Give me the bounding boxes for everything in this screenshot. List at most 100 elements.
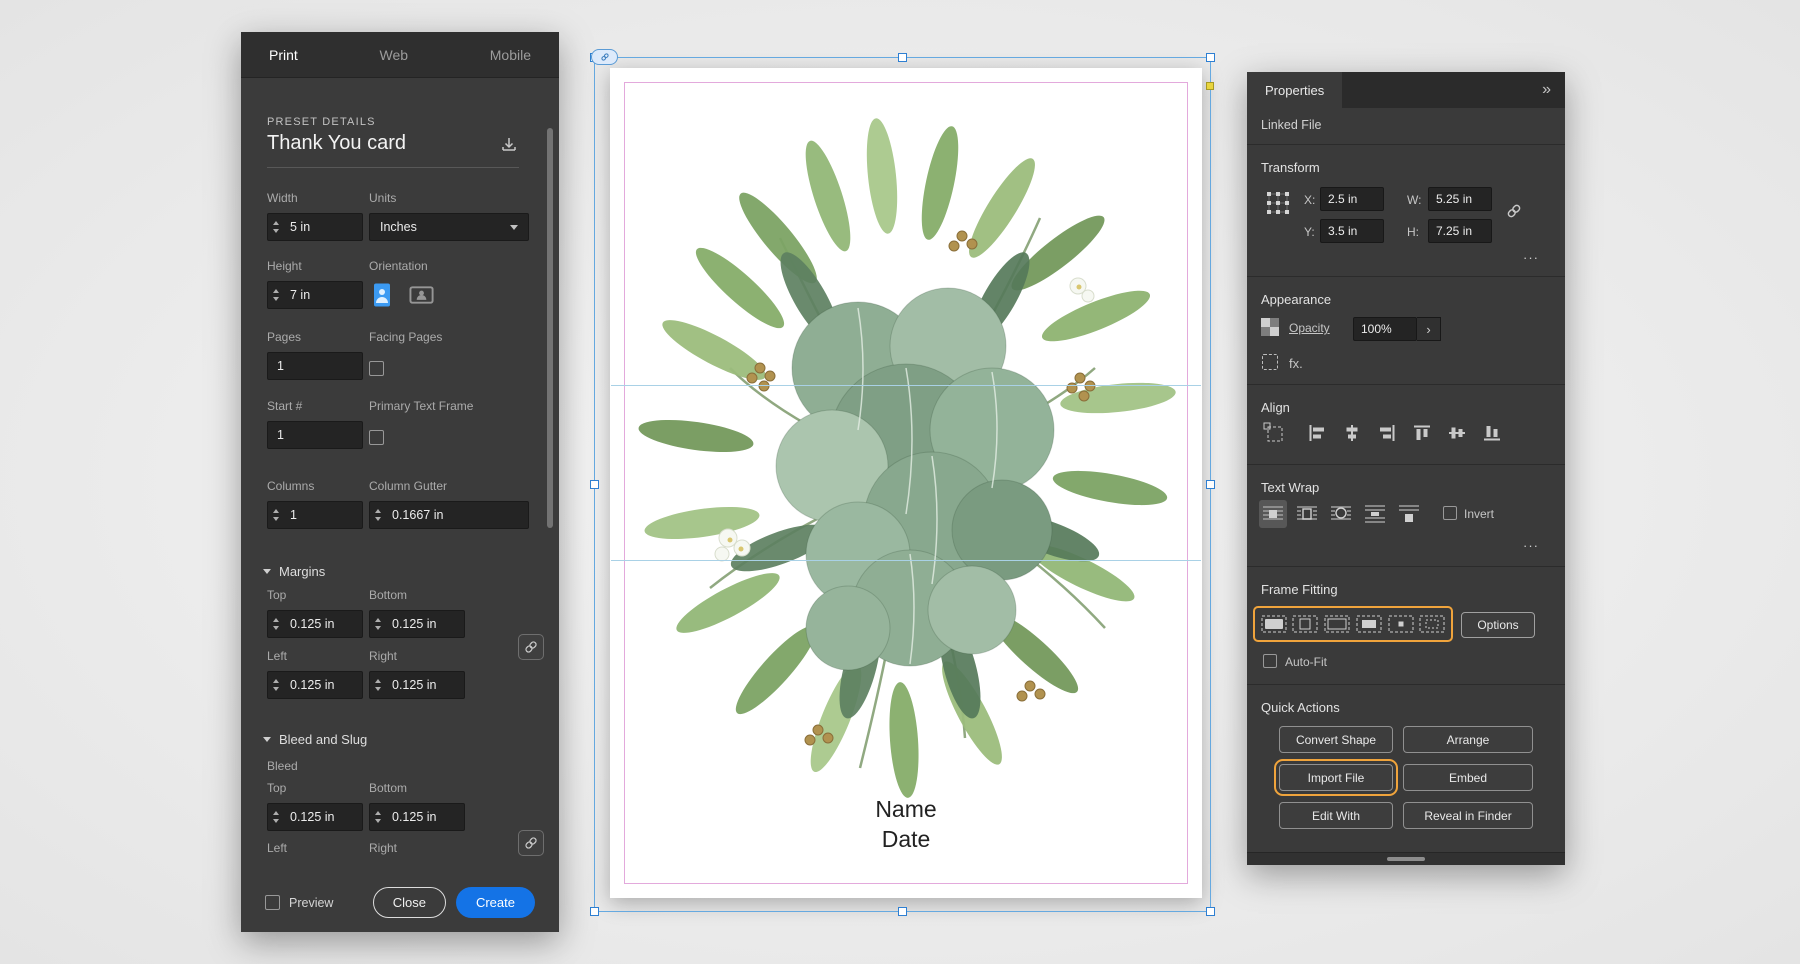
pages-input[interactable]: 1 bbox=[267, 352, 363, 380]
bleed-top-stepper[interactable] bbox=[268, 804, 284, 830]
tab-properties[interactable]: Properties bbox=[1247, 72, 1342, 108]
selection-handle-bottom-mid[interactable] bbox=[898, 907, 907, 916]
bleed-bottom-input[interactable]: 0.125 in bbox=[369, 803, 465, 831]
column-gutter-stepper[interactable] bbox=[370, 502, 386, 528]
text-wrap-jump-next-column-icon[interactable] bbox=[1395, 500, 1423, 528]
column-gutter-input[interactable]: 0.1667 in bbox=[369, 501, 529, 529]
constrain-proportions-chain-icon[interactable] bbox=[1503, 200, 1525, 222]
save-preset-icon[interactable] bbox=[499, 135, 519, 155]
reference-point-grid-icon[interactable] bbox=[1265, 190, 1291, 216]
text-wrap-jump-object-icon[interactable] bbox=[1361, 500, 1389, 528]
selection-handle-top-right[interactable] bbox=[1206, 53, 1215, 62]
convert-shape-button[interactable]: Convert Shape bbox=[1279, 726, 1393, 753]
import-file-button[interactable]: Import File bbox=[1279, 764, 1393, 791]
preset-name-input[interactable]: Thank You card bbox=[267, 132, 406, 155]
primary-text-frame-checkbox[interactable] bbox=[369, 430, 384, 445]
linked-file-badge[interactable] bbox=[591, 49, 618, 65]
preview-checkbox[interactable] bbox=[265, 895, 280, 910]
width-input[interactable]: 5 in bbox=[267, 213, 363, 241]
margins-link-button[interactable] bbox=[518, 634, 544, 660]
align-bottom-icon[interactable] bbox=[1482, 423, 1502, 443]
margin-right-input[interactable]: 0.125 in bbox=[369, 671, 465, 699]
fit-content-proportionally-icon[interactable] bbox=[1292, 615, 1318, 633]
opacity-flyout-button[interactable]: › bbox=[1417, 317, 1441, 341]
text-wrap-none-icon[interactable] bbox=[1259, 500, 1287, 528]
invert-checkbox[interactable] bbox=[1443, 506, 1457, 520]
align-vertical-center-icon[interactable] bbox=[1447, 423, 1467, 443]
margin-right-stepper[interactable] bbox=[370, 672, 386, 698]
tab-print[interactable]: Print bbox=[269, 47, 298, 63]
fit-content-to-frame-icon[interactable] bbox=[1356, 615, 1382, 633]
x-input[interactable]: 2.5 in bbox=[1320, 187, 1384, 211]
margin-bottom-stepper[interactable] bbox=[370, 611, 386, 637]
start-number-input[interactable]: 1 bbox=[267, 421, 363, 449]
orientation-label: Orientation bbox=[369, 259, 435, 273]
orientation-landscape-icon[interactable] bbox=[409, 281, 435, 309]
selection-handle-bottom-left[interactable] bbox=[590, 907, 599, 916]
object-effects-icon[interactable] bbox=[1262, 354, 1278, 370]
bleed-link-button[interactable] bbox=[518, 830, 544, 856]
align-to-selection-icon[interactable] bbox=[1263, 422, 1285, 444]
x-label: X: bbox=[1304, 193, 1315, 207]
height-stepper[interactable] bbox=[268, 282, 284, 308]
create-button[interactable]: Create bbox=[456, 887, 535, 918]
margin-top-input[interactable]: 0.125 in bbox=[267, 610, 363, 638]
center-content-icon[interactable] bbox=[1388, 615, 1414, 633]
edit-with-button[interactable]: Edit With bbox=[1279, 802, 1393, 829]
transform-more-options-icon[interactable]: ··· bbox=[1523, 250, 1539, 265]
width-stepper[interactable] bbox=[268, 214, 284, 240]
text-wrap-bounding-box-icon[interactable] bbox=[1293, 500, 1321, 528]
collapse-panel-icon[interactable]: » bbox=[1542, 81, 1565, 99]
reveal-in-finder-button[interactable]: Reveal in Finder bbox=[1403, 802, 1533, 829]
selection-handle-mid-right[interactable] bbox=[1206, 480, 1215, 489]
primary-text-frame-label: Primary Text Frame bbox=[369, 399, 473, 413]
scrollbar-handle[interactable] bbox=[1387, 857, 1425, 861]
fill-frame-proportionally-icon[interactable] bbox=[1261, 615, 1287, 633]
corner-edit-handle[interactable] bbox=[1206, 82, 1214, 90]
orientation-portrait-icon[interactable] bbox=[369, 281, 395, 309]
panel-scrollbar[interactable] bbox=[547, 128, 553, 528]
tab-web[interactable]: Web bbox=[380, 47, 409, 63]
align-horizontal-center-icon[interactable] bbox=[1342, 423, 1362, 443]
columns-input[interactable]: 1 bbox=[267, 501, 363, 529]
margin-left-input[interactable]: 0.125 in bbox=[267, 671, 363, 699]
fit-frame-to-content-icon[interactable] bbox=[1324, 615, 1350, 633]
align-left-icon[interactable] bbox=[1307, 423, 1327, 443]
tab-mobile[interactable]: Mobile bbox=[490, 47, 531, 63]
transform-header: Transform bbox=[1261, 160, 1320, 175]
h-input[interactable]: 7.25 in bbox=[1428, 219, 1492, 243]
clear-frame-fitting-icon[interactable] bbox=[1419, 615, 1445, 633]
text-wrap-more-options-icon[interactable]: ··· bbox=[1523, 538, 1539, 553]
opacity-label[interactable]: Opacity bbox=[1289, 321, 1330, 335]
auto-fit-checkbox[interactable] bbox=[1263, 654, 1277, 668]
opacity-input[interactable]: 100% bbox=[1353, 317, 1417, 341]
preset-details-label: PRESET DETAILS bbox=[267, 116, 376, 128]
text-wrap-object-shape-icon[interactable] bbox=[1327, 500, 1355, 528]
margins-section-toggle[interactable]: Margins bbox=[263, 564, 325, 579]
columns-stepper[interactable] bbox=[268, 502, 284, 528]
frame-fitting-options-button[interactable]: Options bbox=[1461, 612, 1535, 638]
selection-handle-mid-left[interactable] bbox=[590, 480, 599, 489]
bleed-slug-section-toggle[interactable]: Bleed and Slug bbox=[263, 732, 367, 747]
fx-label[interactable]: fx. bbox=[1289, 356, 1303, 371]
quick-actions-header: Quick Actions bbox=[1261, 700, 1340, 715]
properties-header: Properties » bbox=[1247, 72, 1565, 108]
close-button[interactable]: Close bbox=[373, 887, 446, 918]
arrange-button[interactable]: Arrange bbox=[1403, 726, 1533, 753]
margin-top-stepper[interactable] bbox=[268, 611, 284, 637]
units-dropdown[interactable]: Inches bbox=[369, 213, 529, 241]
selection-handle-bottom-right[interactable] bbox=[1206, 907, 1215, 916]
units-value: Inches bbox=[380, 220, 417, 234]
w-input[interactable]: 5.25 in bbox=[1428, 187, 1492, 211]
y-input[interactable]: 3.5 in bbox=[1320, 219, 1384, 243]
embed-button[interactable]: Embed bbox=[1403, 764, 1533, 791]
bleed-top-input[interactable]: 0.125 in bbox=[267, 803, 363, 831]
selection-handle-top-mid[interactable] bbox=[898, 53, 907, 62]
bleed-bottom-stepper[interactable] bbox=[370, 804, 386, 830]
align-right-icon[interactable] bbox=[1377, 423, 1397, 443]
margin-left-stepper[interactable] bbox=[268, 672, 284, 698]
facing-pages-checkbox[interactable] bbox=[369, 361, 384, 376]
height-input[interactable]: 7 in bbox=[267, 281, 363, 309]
align-top-icon[interactable] bbox=[1412, 423, 1432, 443]
margin-bottom-input[interactable]: 0.125 in bbox=[369, 610, 465, 638]
